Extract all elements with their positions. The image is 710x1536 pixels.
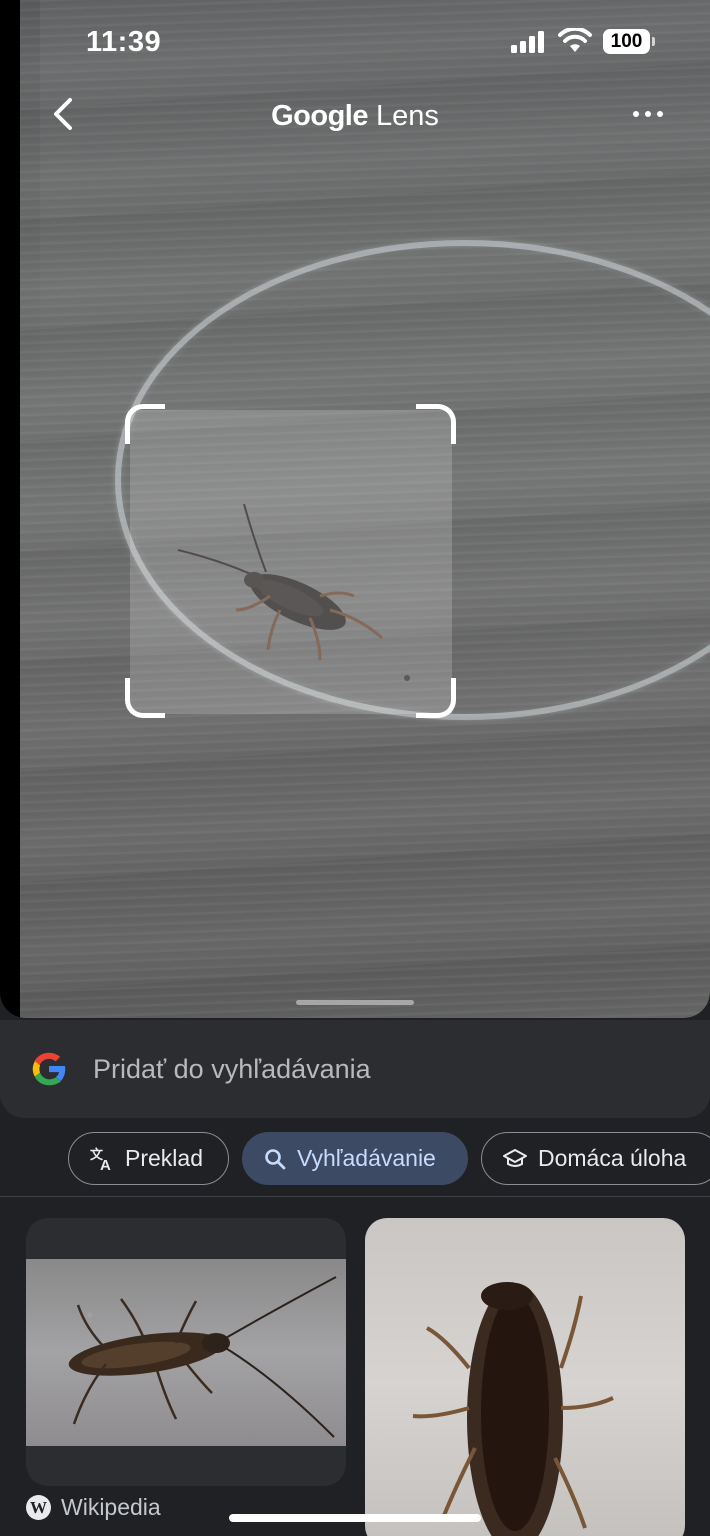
result-card[interactable]	[365, 1218, 685, 1536]
translate-icon: 文 A	[90, 1147, 111, 1172]
status-bar: 11:39 100	[0, 0, 710, 80]
add-to-search-bar[interactable]: Pridať do vyhľadávania	[0, 1020, 710, 1118]
tab-homework-label: Domáca úloha	[538, 1145, 687, 1171]
crop-handle-bottom-right[interactable]	[416, 678, 456, 718]
result-source[interactable]: W Wikipedia	[26, 1494, 161, 1521]
more-options-button[interactable]	[626, 100, 670, 130]
crop-handle-bottom-left[interactable]	[125, 678, 165, 718]
section-divider	[0, 1196, 710, 1197]
result-thumbnail	[26, 1259, 346, 1446]
crop-handle-top-left[interactable]	[125, 404, 165, 444]
home-indicator[interactable]	[229, 1514, 481, 1522]
clock: 11:39	[86, 26, 162, 58]
wikipedia-icon: W	[26, 1495, 51, 1520]
tab-translate[interactable]: 文 A Preklad	[68, 1132, 229, 1185]
result-source-label: Wikipedia	[61, 1494, 161, 1520]
cockroach-thumbnail-image	[68, 1276, 337, 1438]
wifi-icon	[558, 28, 592, 52]
sheet-drag-handle[interactable]	[296, 1000, 414, 1005]
title-product: Lens	[376, 100, 439, 132]
title-brand: Google	[271, 100, 368, 132]
tab-translate-label: Preklad	[125, 1145, 203, 1171]
page-title: Google Lens	[0, 100, 710, 133]
search-placeholder: Pridať do vyhľadávania	[93, 1054, 371, 1084]
mode-chips: 文 A Preklad Vyhľadávanie Domáca úloha	[0, 1132, 710, 1186]
tab-search[interactable]: Vyhľadávanie	[242, 1132, 468, 1185]
battery-indicator: 100	[603, 29, 655, 54]
search-icon	[265, 1148, 286, 1169]
graduation-cap-icon	[503, 1148, 527, 1167]
cockroach-result-image	[412, 1282, 614, 1536]
image-viewer[interactable]	[0, 0, 710, 1018]
tab-homework[interactable]: Domáca úloha	[481, 1132, 710, 1185]
svg-text:A: A	[100, 1157, 111, 1172]
result-card[interactable]	[26, 1218, 346, 1486]
cellular-signal-icon	[511, 31, 549, 53]
google-g-icon	[32, 1052, 66, 1086]
crop-handle-top-right[interactable]	[416, 404, 456, 444]
tab-search-label: Vyhľadávanie	[297, 1145, 436, 1171]
crop-selection[interactable]	[130, 410, 452, 714]
